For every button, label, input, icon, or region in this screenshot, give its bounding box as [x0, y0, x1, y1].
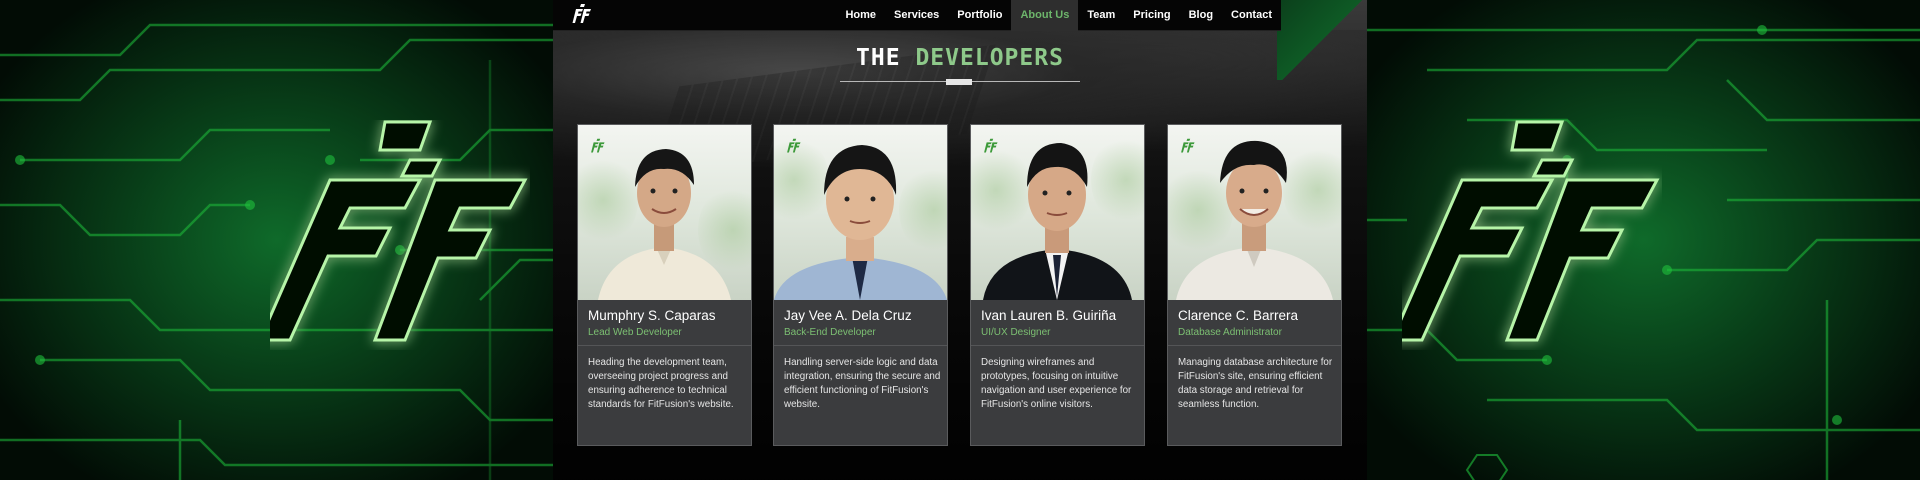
card-divider — [774, 345, 947, 346]
developer-photo — [578, 125, 751, 300]
developer-name: Ivan Lauren B. Guiriña — [981, 308, 1117, 323]
ff-logo-icon — [984, 138, 998, 153]
developer-name: Jay Vee A. Dela Cruz — [784, 308, 912, 323]
ff-logo-icon[interactable] — [571, 3, 593, 25]
card-divider — [1168, 345, 1341, 346]
nav-links: Home Services Portfolio About Us Team Pr… — [836, 0, 1281, 31]
developer-name: Clarence C. Barrera — [1178, 308, 1299, 323]
right-circuit-background — [1367, 0, 1920, 480]
nav-services-link[interactable]: Services — [885, 0, 948, 31]
developer-name: Mumphry S. Caparas — [588, 308, 716, 323]
developer-description: Designing wireframes and prototypes, foc… — [981, 357, 1132, 410]
website-viewport: Home Services Portfolio About Us Team Pr… — [553, 0, 1367, 480]
top-navbar: Home Services Portfolio About Us Team Pr… — [553, 0, 1281, 31]
developer-role: Lead Web Developer — [588, 327, 682, 338]
left-circuit-background — [0, 0, 553, 480]
nav-contact-link[interactable]: Contact — [1222, 0, 1281, 31]
developer-card: Jay Vee A. Dela Cruz Back-End Developer … — [773, 124, 948, 446]
developer-card: Clarence C. Barrera Database Administrat… — [1167, 124, 1342, 446]
ff-logo-icon — [1402, 120, 1660, 342]
section-title-part2: DEVELOPERS — [915, 45, 1064, 71]
developer-card: Ivan Lauren B. Guiriña UI/UX Designer De… — [970, 124, 1145, 446]
section-title-part1: THE — [856, 45, 901, 71]
developer-photo — [1168, 125, 1341, 300]
nav-team-link[interactable]: Team — [1078, 0, 1124, 31]
card-divider — [578, 345, 751, 346]
nav-blog-link[interactable]: Blog — [1180, 0, 1222, 31]
developer-description: Handling server-side logic and data inte… — [784, 357, 941, 410]
card-divider — [971, 345, 1144, 346]
developer-role: Back-End Developer — [784, 327, 876, 338]
title-underline-accent — [946, 79, 972, 85]
developer-role: Database Administrator — [1178, 327, 1282, 338]
ff-logo-icon — [1181, 138, 1195, 153]
developer-photo — [774, 125, 947, 300]
ff-logo-icon — [591, 138, 605, 153]
nav-home-link[interactable]: Home — [836, 0, 885, 31]
developer-cards: Mumphry S. Caparas Lead Web Developer He… — [577, 124, 1347, 446]
ff-logo-icon — [787, 138, 801, 153]
developer-card: Mumphry S. Caparas Lead Web Developer He… — [577, 124, 752, 446]
developer-role: UI/UX Designer — [981, 327, 1051, 338]
section-title: THE DEVELOPERS — [553, 45, 1367, 71]
developer-description: Managing database architecture for FitFu… — [1178, 357, 1333, 410]
nav-about-link[interactable]: About Us — [1011, 0, 1079, 31]
nav-pricing-link[interactable]: Pricing — [1124, 0, 1179, 31]
nav-portfolio-link[interactable]: Portfolio — [948, 0, 1011, 31]
developer-description: Heading the development team, overseeing… — [588, 357, 734, 410]
ff-logo-icon — [270, 120, 528, 342]
developer-photo — [971, 125, 1144, 300]
